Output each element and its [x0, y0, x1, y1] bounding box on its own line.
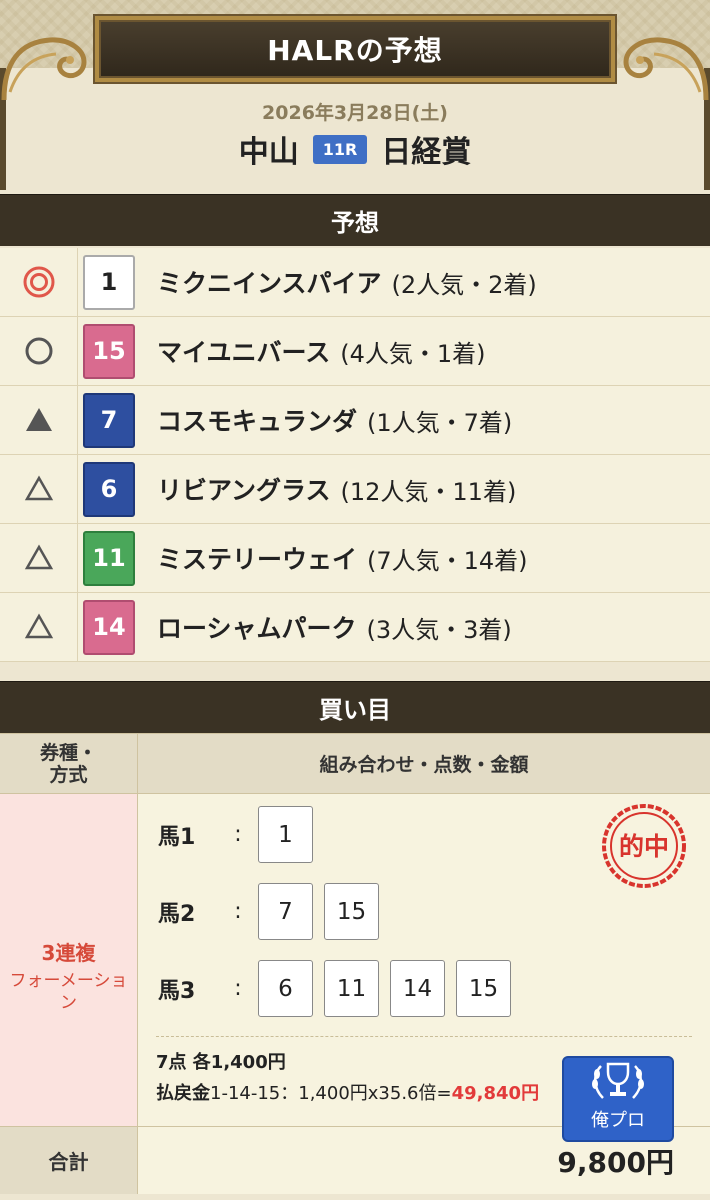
horse-result: (7人気・14着): [367, 546, 528, 575]
horse-number-badge: 15: [83, 323, 135, 379]
horse-number-box: 15: [456, 960, 511, 1017]
horse-number-badge: 11: [83, 530, 135, 586]
ore-pro-badge[interactable]: 俺プロ: [562, 1056, 674, 1142]
bet-type-column-header: 券種・ 方式: [0, 734, 138, 793]
triangle-icon: [24, 544, 53, 570]
bet-detail-column-header: 組み合わせ・点数・金額: [319, 754, 529, 776]
prediction-row: 7 コスモキュランダ (1人気・7着): [0, 386, 710, 455]
title-plate: HALRの予想: [95, 16, 615, 82]
bet-payout: 払戻金1-14-15：1,400円x35.6倍=49,840円: [156, 1079, 539, 1105]
race-date: 2026年3月28日(土): [262, 102, 448, 124]
hit-stamp-icon: 的中: [602, 804, 686, 888]
payout-amount: 49,840: [451, 1083, 522, 1104]
bet-type-name: 3連複: [41, 940, 96, 965]
horse-result: (4人気・1着): [340, 339, 486, 368]
race-info: 中山 11R 日経賞: [0, 127, 710, 171]
horse-number-box: 11: [324, 960, 379, 1017]
betting-row: 3連複 フォーメーション 馬1 : 1 馬2 : 7 15 馬3 : 6 11: [0, 794, 710, 1142]
payout-label: 払戻金: [156, 1083, 210, 1104]
betting-section-header: 買い目: [0, 681, 710, 733]
bet-type-header-line1: 券種・: [39, 741, 97, 764]
horse-number-badge: 7: [83, 392, 135, 448]
horse-slot-colon: :: [234, 976, 242, 1001]
horse-number-badge: 1: [83, 254, 135, 310]
horse-number-badge: 14: [83, 599, 135, 655]
horse-slot-colon: :: [234, 822, 242, 847]
circle-icon: [25, 337, 52, 365]
prediction-section-header: 予想: [0, 194, 710, 246]
race-name: 日経賞: [381, 135, 472, 170]
prediction-row: 14 ローシャムパーク (3人気・3着): [0, 593, 710, 662]
horse-result: (12人気・11着): [340, 477, 517, 506]
horse-name: マイユニバース: [157, 338, 331, 367]
triangle-icon: [24, 613, 53, 639]
ore-pro-label: 俺プロ: [591, 1110, 645, 1131]
ornament-left-icon: [1, 37, 87, 101]
horse-selection-2: 馬2 : 7 15: [158, 883, 390, 940]
total-label: 合計: [0, 1127, 138, 1194]
race-number-badge: 11R: [312, 134, 368, 164]
horse-result: (1人気・7着): [367, 408, 513, 437]
betting-table-header: 券種・ 方式 組み合わせ・点数・金額: [0, 734, 710, 794]
horse-number-box: 1: [258, 806, 313, 863]
hit-stamp-text: 的中: [619, 832, 669, 861]
prediction-row: 11 ミステリーウェイ (7人気・14着): [0, 524, 710, 593]
horse-selection-1: 馬1 : 1: [158, 806, 324, 863]
prediction-row: 1 ミクニインスパイア (2人気・2着): [0, 248, 710, 317]
page-header: HALRの予想 2026年3月28日(土) 中山 11R 日経賞: [0, 0, 710, 190]
horse-name: リビアングラス: [157, 476, 331, 505]
race-venue: 中山: [238, 135, 299, 170]
horse-name: コスモキュランダ: [157, 407, 358, 436]
horse-number-box: 7: [258, 883, 313, 940]
horse-name: ミクニインスパイア: [157, 269, 382, 298]
horse-slot-label: 馬3: [158, 978, 196, 1004]
horse-number-badge: 6: [83, 461, 135, 517]
double-circle-icon: [23, 266, 54, 298]
horse-name: ミステリーウェイ: [157, 545, 358, 574]
horse-slot-colon: :: [234, 899, 242, 924]
horse-selection-3: 馬3 : 6 11 14 15: [158, 960, 522, 1017]
prediction-row: 6 リビアングラス (12人気・11着): [0, 455, 710, 524]
horse-slot-label: 馬1: [158, 824, 196, 850]
bet-detail-cell: 馬1 : 1 馬2 : 7 15 馬3 : 6 11 14 15 的中 7点 各…: [138, 794, 710, 1142]
bet-type-cell: 3連複 フォーメーション: [0, 794, 138, 1126]
page-title: HALRの予想: [267, 34, 443, 67]
filled-triangle-icon: [25, 408, 52, 431]
horse-name: ローシャムパーク: [157, 614, 357, 643]
betting-table: 券種・ 方式 組み合わせ・点数・金額 3連複 フォーメーション 馬1 : 1 馬…: [0, 733, 710, 1194]
bet-type-method: フォーメーション: [9, 970, 128, 1013]
payout-unit: 円: [521, 1083, 540, 1104]
prediction-section-title: 予想: [331, 209, 379, 237]
payout-detail: 1-14-15：1,400円x35.6倍=: [210, 1083, 452, 1104]
horse-number-box: 14: [390, 960, 445, 1017]
triangle-icon: [24, 475, 53, 501]
trophy-laurel-icon: [592, 1062, 644, 1099]
bet-divider: [156, 1036, 692, 1037]
horse-result: (2人気・2着): [391, 270, 537, 299]
horse-slot-label: 馬2: [158, 901, 196, 927]
prediction-row: 15 マイユニバース (4人気・1着): [0, 317, 710, 386]
betting-section-title: 買い目: [319, 696, 391, 724]
ornament-right-icon: [623, 37, 709, 101]
prediction-list: 1 ミクニインスパイア (2人気・2着) 15 マイユニバース (4人気・1着)…: [0, 248, 710, 662]
bet-type-header-line2: 方式: [49, 763, 88, 786]
horse-number-box: 6: [258, 960, 313, 1017]
bet-points: 7点 各1,400円: [156, 1052, 286, 1073]
horse-result: (3人気・3着): [366, 615, 512, 644]
horse-number-box: 15: [324, 883, 379, 940]
